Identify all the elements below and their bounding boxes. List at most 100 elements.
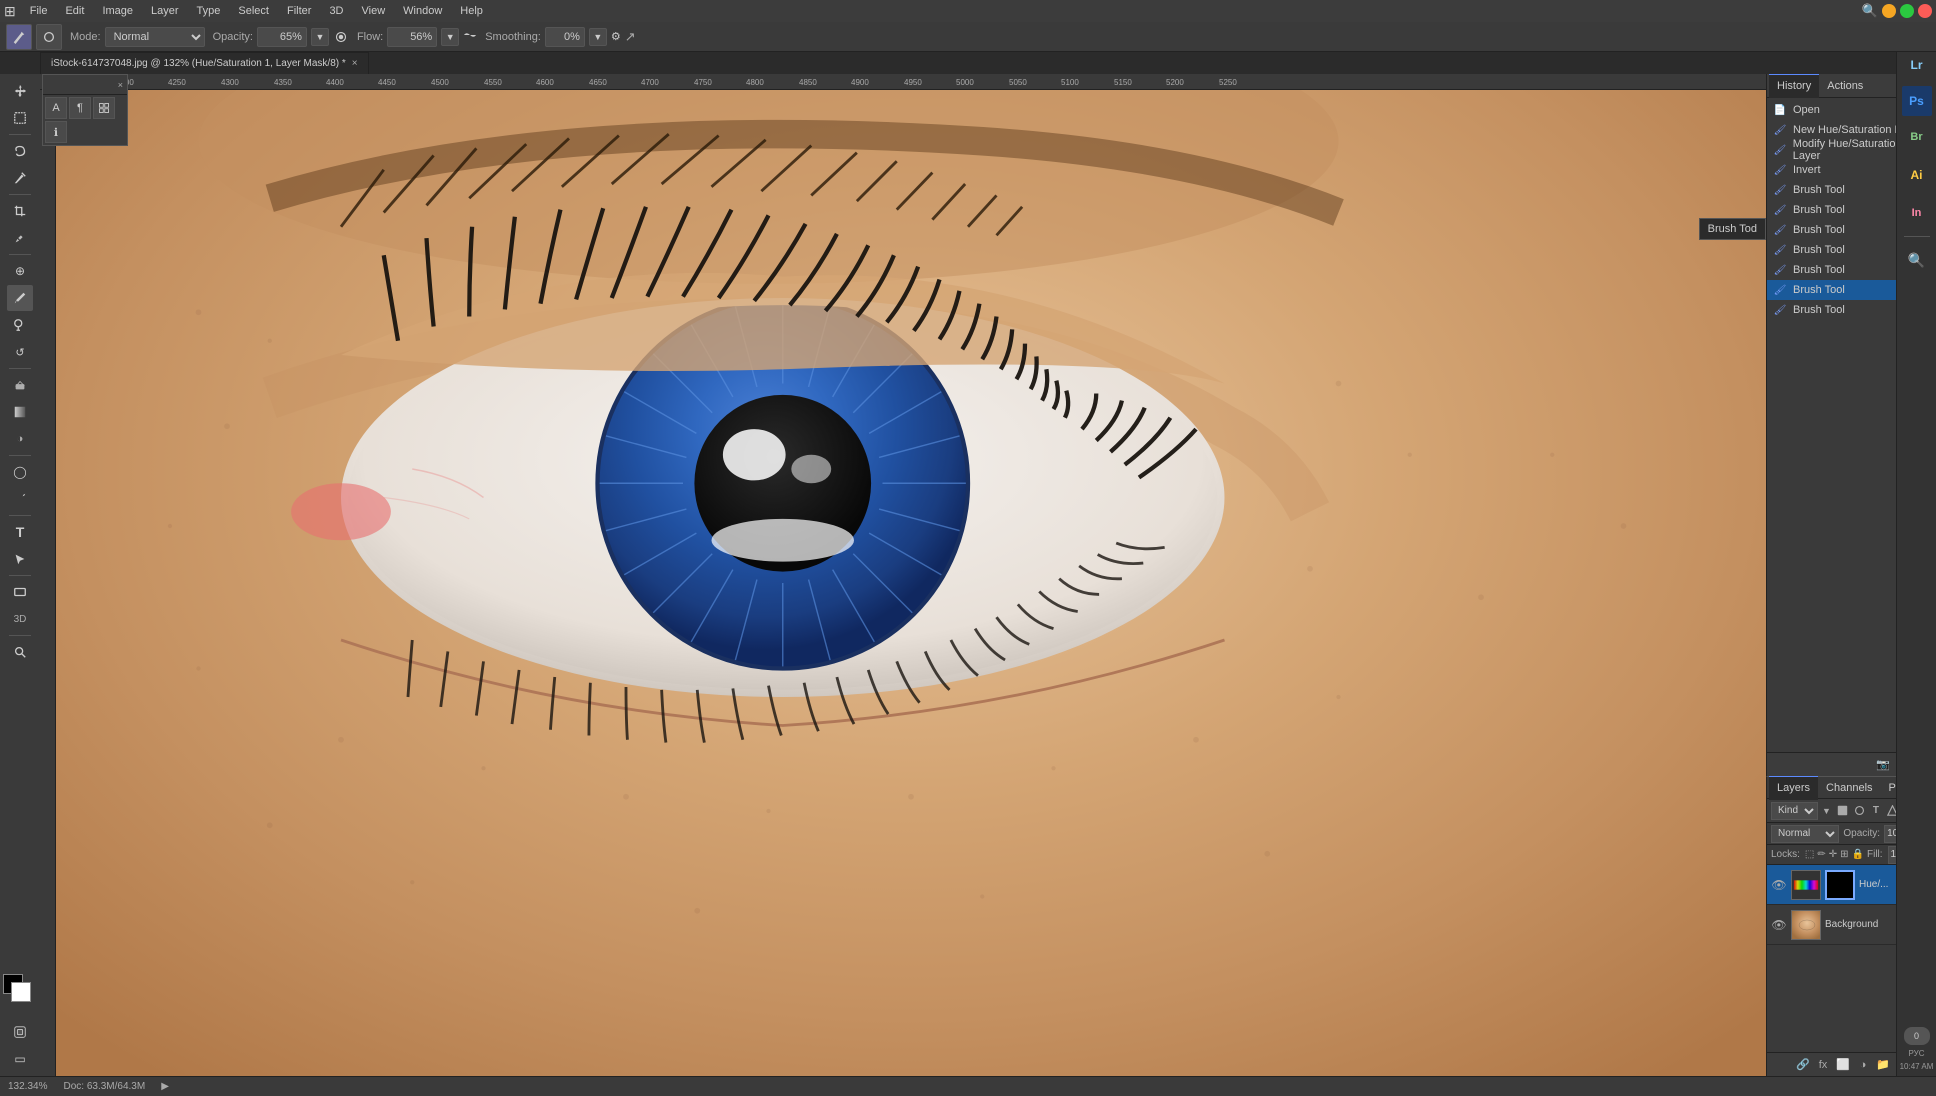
layer-mask-thumb-hue-sat xyxy=(1825,870,1855,900)
menu-help[interactable]: Help xyxy=(452,3,491,19)
menu-view[interactable]: View xyxy=(354,3,394,19)
menu-type[interactable]: Type xyxy=(189,3,229,19)
window-close[interactable] xyxy=(1918,4,1932,18)
brush-size-picker[interactable] xyxy=(36,24,62,50)
pressure-opacity-icon[interactable] xyxy=(333,29,349,45)
notification-badge[interactable]: 0 xyxy=(1904,1027,1930,1045)
clone-stamp-tool[interactable] xyxy=(7,312,33,338)
move-tool[interactable] xyxy=(7,78,33,104)
svg-text:4850: 4850 xyxy=(799,78,817,87)
menu-filter[interactable]: Filter xyxy=(279,3,319,19)
svg-text:5050: 5050 xyxy=(1009,78,1027,87)
brush-tool[interactable] xyxy=(7,285,33,311)
float-tool-btn-grid[interactable] xyxy=(93,97,115,119)
dodge-tool[interactable]: ◯ xyxy=(7,459,33,485)
menu-layer[interactable]: Layer xyxy=(143,3,187,19)
svg-text:5100: 5100 xyxy=(1061,78,1079,87)
progress-arrow[interactable]: ▶ xyxy=(161,1081,169,1092)
crop-tool[interactable] xyxy=(7,198,33,224)
document-tab[interactable]: iStock-614737048.jpg @ 132% (Hue/Saturat… xyxy=(40,52,369,74)
background-color-swatch[interactable] xyxy=(11,982,31,1002)
airbrush-icon[interactable] xyxy=(463,28,477,45)
eraser-tool[interactable] xyxy=(7,372,33,398)
quick-mask-mode-btn[interactable] xyxy=(7,1019,33,1045)
in-icon[interactable]: In xyxy=(1900,196,1934,230)
window-minimize[interactable] xyxy=(1882,4,1896,18)
add-layer-mask-btn[interactable]: ⬜ xyxy=(1834,1056,1852,1074)
lr-icon[interactable]: Lr xyxy=(1900,48,1934,82)
history-item-label: Brush Tool xyxy=(1793,264,1845,276)
opacity-input[interactable] xyxy=(257,27,307,47)
layer-kind-select[interactable]: Kind xyxy=(1771,802,1818,820)
magic-wand-tool[interactable] xyxy=(7,165,33,191)
br-icon[interactable]: Br xyxy=(1900,120,1934,154)
float-tool-btn-para[interactable]: ¶ xyxy=(69,97,91,119)
menu-edit[interactable]: Edit xyxy=(57,3,92,19)
float-tool-btn-text[interactable]: A xyxy=(45,97,67,119)
channels-tab-btn[interactable]: Channels xyxy=(1818,776,1880,800)
canvas-area: 4150 4200 4250 4300 4350 4400 4450 4500 … xyxy=(40,74,1766,1076)
layers-tab-btn[interactable]: Layers xyxy=(1769,776,1818,800)
lock-position-btn[interactable]: ✛ xyxy=(1829,847,1837,863)
new-group-btn[interactable]: 📁 xyxy=(1874,1056,1892,1074)
type-tool[interactable]: T xyxy=(7,519,33,545)
svg-text:5200: 5200 xyxy=(1166,78,1184,87)
add-layer-style-btn[interactable]: fx xyxy=(1814,1056,1832,1074)
lock-artboard-btn[interactable]: ⊞ xyxy=(1840,847,1848,863)
history-item-label: Brush Tool xyxy=(1793,224,1845,236)
screen-mode-btn[interactable]: ▭ xyxy=(7,1046,33,1072)
menu-select[interactable]: Select xyxy=(230,3,277,19)
lock-all-btn[interactable]: 🔒 xyxy=(1852,847,1864,863)
gradient-tool[interactable] xyxy=(7,399,33,425)
spot-healing-tool[interactable]: ⊕ xyxy=(7,258,33,284)
path-selection-tool[interactable] xyxy=(7,546,33,572)
float-panel-header: × xyxy=(43,75,127,95)
smoothing-toggle[interactable]: ▼ xyxy=(589,28,607,46)
history-new-snapshot-btn[interactable]: 📷 xyxy=(1874,756,1892,774)
float-panel-close-btn[interactable]: × xyxy=(118,80,123,90)
flow-input[interactable] xyxy=(387,27,437,47)
blend-mode-select[interactable]: Normal xyxy=(1771,825,1839,843)
rectangular-marquee-tool[interactable] xyxy=(7,105,33,131)
history-tab[interactable]: History xyxy=(1769,74,1819,98)
zoom-tool[interactable] xyxy=(7,639,33,665)
lock-transparent-btn[interactable]: ⬚ xyxy=(1805,847,1814,863)
brush-angle-icon[interactable]: ↗ xyxy=(625,29,636,45)
menu-file[interactable]: File xyxy=(22,3,56,19)
menu-window[interactable]: Window xyxy=(395,3,450,19)
smoothing-input[interactable] xyxy=(545,27,585,47)
window-maximize[interactable] xyxy=(1900,4,1914,18)
background-layer-visibility-eye[interactable]: 👁 xyxy=(1771,917,1787,933)
float-tool-btn-info[interactable]: ℹ xyxy=(45,121,67,143)
rectangle-tool[interactable] xyxy=(7,579,33,605)
ai-icon[interactable]: Ai xyxy=(1900,158,1934,192)
layer-visibility-eye[interactable]: 👁 xyxy=(1771,877,1787,893)
flow-toggle[interactable]: ▼ xyxy=(441,28,459,46)
filter-adjustment-btn[interactable] xyxy=(1852,802,1867,820)
smoothing-settings-icon[interactable]: ⚙ xyxy=(611,30,621,43)
lock-image-btn[interactable]: ✏ xyxy=(1817,847,1825,863)
link-layers-btn[interactable]: 🔗 xyxy=(1794,1056,1812,1074)
menu-3d[interactable]: 3D xyxy=(321,3,351,19)
menu-image[interactable]: Image xyxy=(94,3,141,19)
3d-rotate-tool[interactable]: 3D xyxy=(7,606,33,632)
tab-close-button[interactable]: × xyxy=(352,58,358,69)
brush-tool-icon[interactable] xyxy=(6,24,32,50)
pen-tool[interactable] xyxy=(7,486,33,512)
search-icon[interactable]: 🔍 xyxy=(1862,3,1878,19)
mode-select[interactable]: Normal xyxy=(105,27,205,47)
canvas-image[interactable] xyxy=(56,90,1766,1076)
history-brush-tool[interactable]: ↺ xyxy=(7,339,33,365)
svg-text:4450: 4450 xyxy=(378,78,396,87)
blur-tool[interactable]: ◑ xyxy=(7,426,33,452)
opacity-toggle[interactable]: ▼ xyxy=(311,28,329,46)
search-icon-right[interactable]: 🔍 xyxy=(1900,243,1934,277)
ps-icon[interactable]: Ps xyxy=(1902,86,1932,116)
lasso-tool[interactable] xyxy=(7,138,33,164)
filter-pixel-btn[interactable] xyxy=(1835,802,1850,820)
new-fill-adjustment-btn[interactable]: ◑ xyxy=(1854,1056,1872,1074)
eyedropper-tool[interactable] xyxy=(7,225,33,251)
filter-type-btn[interactable]: T xyxy=(1868,802,1883,820)
actions-tab[interactable]: Actions xyxy=(1819,74,1871,98)
svg-text:5000: 5000 xyxy=(956,78,974,87)
